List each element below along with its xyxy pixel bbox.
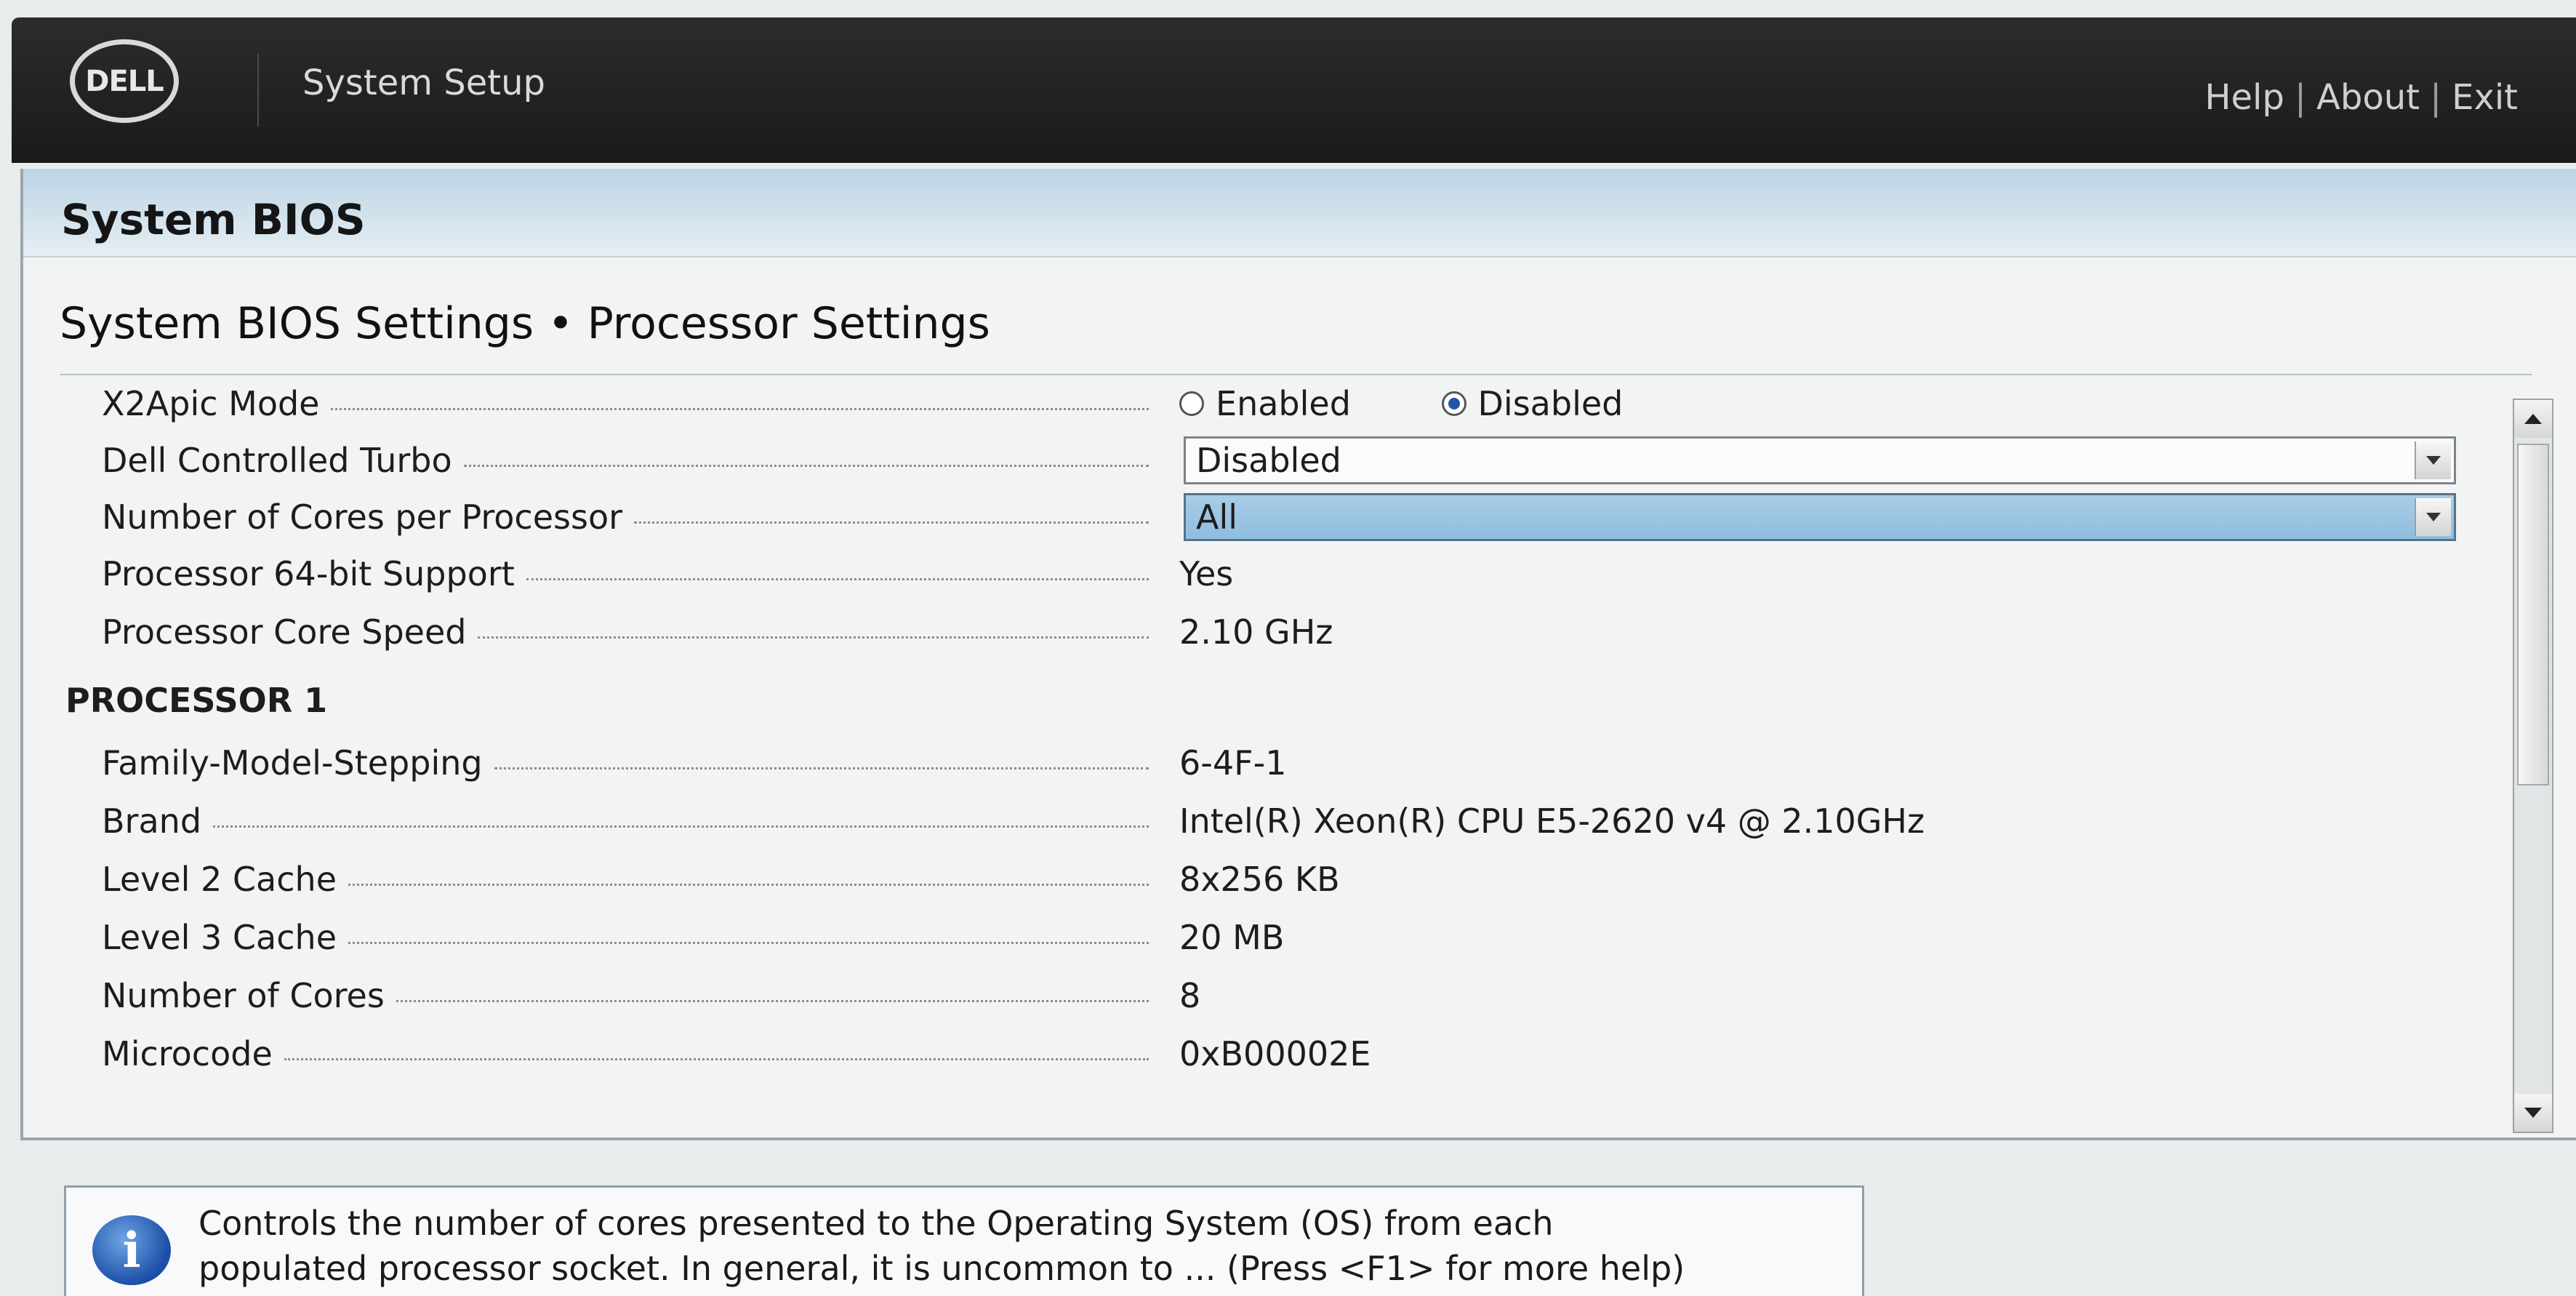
link-separator: | [2429,77,2442,118]
setting-value: 2.10 GHz [1179,612,1333,652]
dot-leader [348,941,1149,944]
setting-label: X2Apic Mode [102,375,1149,432]
setting-row-x2apic: X2Apic Mode Enabled Disabled [23,375,2495,432]
x2apic-enabled-radio[interactable]: Enabled [1179,375,1351,432]
radio-off-icon [1179,391,1204,416]
info-row-brand: Brand Intel(R) Xeon(R) CPU E5-2620 v4 @ … [23,793,2495,849]
dot-leader [634,521,1149,524]
setting-value: Intel(R) Xeon(R) CPU E5-2620 v4 @ 2.10GH… [1179,801,1925,841]
info-row-l3-cache: Level 3 Cache 20 MB [23,909,2495,966]
setting-row-core-speed: Processor Core Speed 2.10 GHz [23,604,2495,660]
setting-label: Level 3 Cache [102,909,1149,966]
info-row-microcode: Microcode 0xB00002E [23,1025,2495,1082]
info-icon: i [92,1215,171,1285]
turbo-select[interactable]: Disabled [1184,436,2456,484]
page-title: System BIOS [61,195,366,244]
chevron-down-icon[interactable] [2415,441,2451,479]
setting-row-cores-per-processor: Number of Cores per Processor All [23,489,2495,545]
dot-leader [494,767,1149,769]
app-title: System Setup [302,63,545,103]
radio-on-icon [1441,391,1466,416]
dot-leader [331,407,1149,410]
scroll-down-icon[interactable] [2514,1094,2552,1132]
setting-label: Number of Cores [102,967,1149,1024]
setting-value: 6-4F-1 [1179,743,1287,783]
panel-header: System BIOS [23,169,2576,257]
scroll-up-icon[interactable] [2514,400,2552,438]
chevron-down-icon[interactable] [2415,498,2451,536]
help-text: Controls the number of cores presented t… [198,1204,1685,1288]
x2apic-disabled-radio[interactable]: Disabled [1441,375,1623,432]
cores-per-processor-select[interactable]: All [1184,493,2456,541]
dot-leader [396,999,1149,1002]
settings-panel: System BIOS System BIOS Settings • Proce… [20,169,2576,1140]
info-row-family-model-stepping: Family-Model-Stepping 6-4F-1 [23,735,2495,791]
setting-label: Processor 64-bit Support [102,545,1149,602]
setting-label: Microcode [102,1025,1149,1082]
info-row-l2-cache: Level 2 Cache 8x256 KB [23,851,2495,908]
dot-leader [348,883,1149,886]
help-box: i Controls the number of cores presented… [64,1185,1864,1296]
setting-row-turbo: Dell Controlled Turbo Disabled [23,432,2495,489]
x2apic-radio-group: Enabled Disabled [1179,375,1703,432]
top-bar: DELL System Setup Help | About | Exit [12,17,2576,163]
section-heading-processor-1: PROCESSOR 1 [65,681,328,720]
vertical-scrollbar[interactable] [2513,399,2553,1133]
setting-value: 0xB00002E [1179,1034,1371,1073]
dell-logo: DELL [70,39,179,123]
info-row-number-of-cores: Number of Cores 8 [23,967,2495,1024]
setting-value: Yes [1179,554,1234,593]
top-links: Help | About | Exit [2204,77,2518,118]
exit-link[interactable]: Exit [2452,77,2518,118]
dot-leader [526,577,1149,580]
setting-label: Family-Model-Stepping [102,735,1149,791]
dot-leader [463,464,1149,467]
setting-row-64bit: Processor 64-bit Support Yes [23,545,2495,602]
setting-value: 8 [1179,976,1201,1015]
scroll-thumb[interactable] [2517,444,2549,785]
setting-value: 20 MB [1179,918,1285,957]
dot-leader [478,636,1149,639]
setting-value: 8x256 KB [1179,860,1340,899]
dot-leader [284,1057,1149,1060]
link-separator: | [2294,77,2307,118]
setting-label: Processor Core Speed [102,604,1149,660]
dot-leader [213,825,1149,828]
setting-label: Level 2 Cache [102,851,1149,908]
setting-label: Number of Cores per Processor [102,489,1149,545]
logo-separator [257,54,259,127]
setting-label: Brand [102,793,1149,849]
setting-label: Dell Controlled Turbo [102,432,1149,489]
about-link[interactable]: About [2316,77,2420,118]
breadcrumb: System BIOS Settings • Processor Setting… [60,298,990,349]
help-link[interactable]: Help [2204,77,2284,118]
